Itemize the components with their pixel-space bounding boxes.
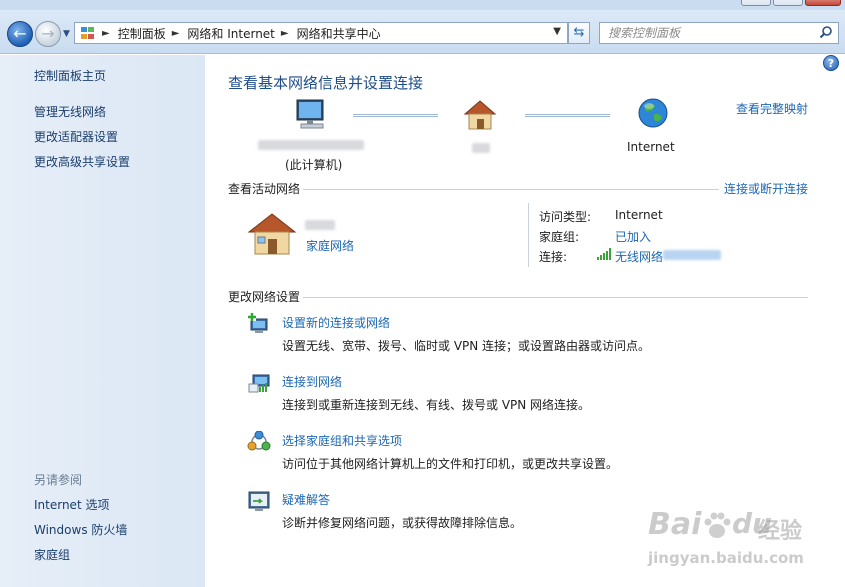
view-full-map-link[interactable]: 查看完整映射 [736,100,808,117]
this-computer-label: (此计算机) [285,158,343,172]
internet-globe-icon[interactable] [637,97,669,131]
paw-logo-icon [704,512,731,538]
computer-icon[interactable] [293,98,329,132]
change-settings-heading: 更改网络设置 [228,290,301,304]
close-button[interactable] [805,0,841,6]
sidebar-item-windows-firewall[interactable]: Windows 防火墙 [34,521,127,538]
page-title: 查看基本网络信息并设置连接 [228,74,424,92]
connect-disconnect-link[interactable]: 连接或断开连接 [724,180,808,197]
sidebar-item-control-panel-home[interactable]: 控制面板主页 [34,67,106,84]
sidebar-item-internet-options[interactable]: Internet 选项 [34,496,109,513]
chevron-right-icon[interactable]: ► [281,28,289,39]
section-divider [303,189,719,190]
watermark-brand-cn: 经验 [758,519,803,544]
control-panel-icon [80,26,96,40]
access-type-value: Internet [615,208,663,222]
maximize-button[interactable] [773,0,803,6]
watermark-url: jingyan.baidu.com [648,549,804,567]
homegroup-sharing-link[interactable]: 选择家庭组和共享选项 [282,432,402,449]
active-network-name-redacted [305,220,335,230]
homegroup-label: 家庭组: [539,230,580,244]
address-dropdown-icon[interactable]: ▼ [553,26,561,37]
active-networks-heading: 查看活动网络 [228,182,301,196]
sidebar-item-adapter-settings[interactable]: 更改适配器设置 [34,128,118,145]
search-input[interactable] [600,23,810,43]
homegroup-sharing-desc: 访问位于其他网络计算机上的文件和打印机，或更改共享设置。 [282,457,619,471]
network-name-redacted [472,143,490,153]
setup-connection-desc: 设置无线、宽带、拨号、临时或 VPN 连接；或设置路由器或访问点。 [282,339,651,353]
sidebar-item-manage-wireless[interactable]: 管理无线网络 [34,103,106,120]
connect-network-icon [248,374,270,393]
help-icon[interactable]: ? [823,55,839,71]
new-connection-icon [248,313,268,333]
chevron-down-icon: ▼ [63,29,70,39]
troubleshoot-icon [248,491,270,511]
homegroup-sharing-icon [247,431,271,451]
internet-label: Internet [627,140,675,154]
wifi-name-redacted [663,250,721,260]
breadcrumb-network-sharing-center[interactable]: 网络和共享中心 [297,25,381,42]
network-house-icon[interactable] [463,99,497,131]
chevron-right-icon: ► [102,27,110,39]
troubleshoot-desc: 诊断并修复网络问题，或获得故障排除信息。 [282,516,523,530]
connect-to-network-link[interactable]: 连接到网络 [282,373,342,390]
wireless-connection-link[interactable]: 无线网络 [615,248,663,265]
map-connector-line [353,114,438,117]
sidebar-item-homegroup[interactable]: 家庭组 [34,546,70,563]
sidebar-item-advanced-sharing[interactable]: 更改高级共享设置 [34,153,130,170]
breadcrumb-network-internet[interactable]: 网络和 Internet [187,25,274,42]
forward-button[interactable]: → [35,21,61,47]
connection-label: 连接: [539,250,568,264]
refresh-icon: ⇆ [573,25,585,40]
setup-connection-link[interactable]: 设置新的连接或网络 [282,314,390,331]
wifi-signal-icon [597,248,611,260]
search-icon[interactable] [819,25,833,39]
back-button[interactable]: ← [7,21,33,47]
baidu-jingyan-watermark: Bai du 经验 jingyan.baidu.com [640,505,810,575]
home-network-icon [247,213,297,255]
watermark-brand: Bai [648,507,702,542]
arrow-right-icon: → [41,24,55,43]
arrow-left-icon: ← [13,24,27,43]
troubleshoot-link[interactable]: 疑难解答 [282,491,330,508]
chevron-right-icon[interactable]: ► [172,28,180,39]
network-type-link[interactable]: 家庭网络 [306,237,354,254]
see-also-heading: 另请参阅 [34,473,83,487]
window-frame-top [0,0,845,10]
recent-pages-dropdown[interactable]: ▼ [63,29,70,39]
homegroup-joined-link[interactable]: 已加入 [615,228,651,245]
access-type-label: 访问类型: [539,210,592,224]
connect-to-network-desc: 连接到或重新连接到无线、有线、拨号或 VPN 网络连接。 [282,398,591,412]
minimize-button[interactable] [741,0,771,6]
computer-name-redacted [258,140,364,150]
section-divider [303,297,808,298]
breadcrumb[interactable]: ► 控制面板 ► 网络和 Internet ► 网络和共享中心 ▼ [74,22,568,44]
refresh-button[interactable]: ⇆ [568,22,590,44]
breadcrumb-control-panel[interactable]: 控制面板 [118,25,166,42]
vertical-divider [528,203,529,267]
map-connector-line [525,114,610,117]
address-toolbar: ← → ▼ ► 控制面板 ► 网络和 Internet ► 网络和共享中心 ▼ … [0,10,845,54]
search-box[interactable] [599,22,839,44]
